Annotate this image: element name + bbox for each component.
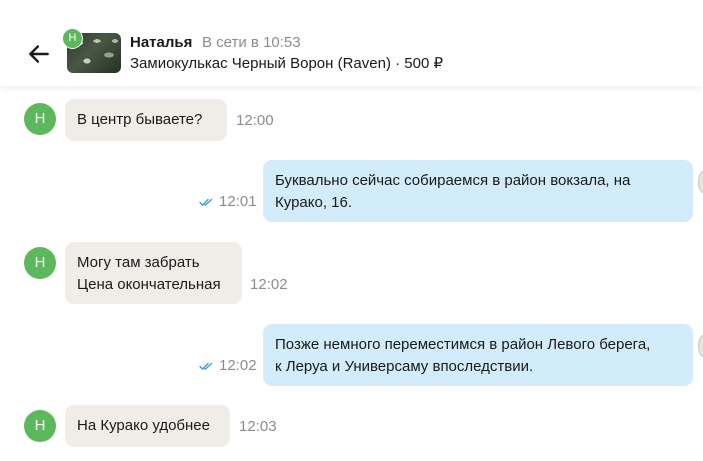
contact-name[interactable]: Наталья: [130, 34, 192, 51]
message-time: 12:03: [239, 418, 277, 435]
contact-avatar[interactable]: Н: [62, 28, 83, 49]
contact-status: В сети в 10:53: [202, 34, 301, 51]
message-avatar-edge: [698, 171, 703, 193]
incoming-message: Могу там забрать Цена окончательная: [65, 242, 242, 304]
listing-title[interactable]: Замиокулькас Черный Ворон (Raven) · 500 …: [130, 54, 443, 72]
outgoing-message: Буквально сейчас собираемся в район вокз…: [263, 160, 693, 222]
sender-avatar[interactable]: Н: [24, 247, 56, 279]
message-time: 12:02: [250, 276, 288, 293]
incoming-message: В центр бываете?: [65, 99, 227, 141]
message-avatar-edge: [698, 335, 703, 357]
sender-avatar[interactable]: Н: [24, 103, 56, 135]
back-arrow-icon[interactable]: [26, 41, 52, 67]
incoming-message: На Курако удобнее: [65, 405, 230, 447]
chat-header: Н Наталья В сети в 10:53 Замиокулькас Че…: [0, 0, 703, 86]
sender-avatar[interactable]: Н: [24, 410, 56, 442]
read-check-icon: [199, 362, 213, 370]
message-time: 12:01: [219, 193, 257, 210]
read-check-icon: [199, 198, 213, 206]
message-time: 12:00: [236, 112, 274, 129]
outgoing-message: Позже немного переместимся в район Левог…: [263, 324, 693, 386]
message-time: 12:02: [219, 357, 257, 374]
